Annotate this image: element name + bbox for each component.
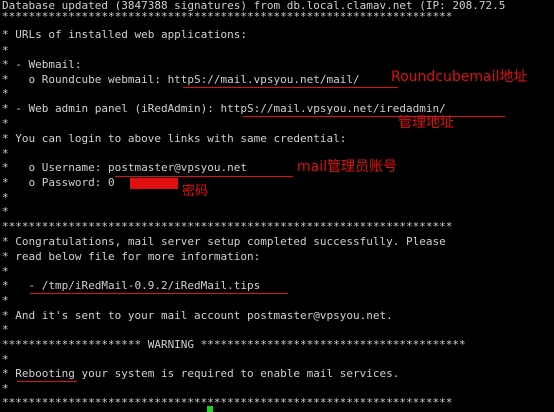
annotation-admin-label: 管理地址 [398, 115, 454, 131]
terminal-line: * [2, 191, 9, 204]
terminal-cursor [207, 406, 213, 412]
terminal-line: * [2, 265, 9, 278]
terminal-line: * Rebooting your system is required to e… [2, 367, 400, 380]
terminal-line: * And it's sent to your mail account pos… [2, 309, 393, 322]
terminal-line: * [2, 147, 9, 160]
annotation-underline [243, 116, 505, 117]
terminal-line: * [2, 382, 9, 395]
terminal-line: * o Roundcube webmail: httpS://mail.vpsy… [2, 73, 360, 86]
annotation-password-label: 密码 [182, 184, 209, 199]
terminal-line: ****************************************… [2, 10, 453, 23]
terminal-line: * o Password: 0 [2, 176, 115, 189]
terminal-line: * [2, 294, 9, 307]
terminal-line: * You can login to above links with same… [2, 132, 347, 145]
terminal-line: * Congratulations, mail server setup com… [2, 235, 446, 248]
terminal-line: * o Username: postmaster@vpsyou.net [2, 161, 248, 174]
terminal-line: * URLs of installed web applications: [2, 28, 248, 41]
annotation-account-label: mail管理员账号 [297, 159, 397, 175]
terminal-line: * - Web admin panel (iRedAdmin): httpS:/… [2, 102, 446, 115]
terminal-line: * [2, 353, 9, 366]
annotation-underline [183, 87, 398, 88]
annotation-underline [30, 293, 288, 294]
annotation-underline [17, 381, 77, 382]
terminal-line: * - /tmp/iRedMail-0.9.2/iRedMail.tips [2, 279, 261, 292]
terminal-line: ********************* WARNING **********… [2, 338, 466, 351]
terminal-line: * [2, 205, 9, 218]
terminal-line: ****************************************… [2, 396, 453, 409]
terminal-line: * [2, 323, 9, 336]
password-redaction [130, 178, 178, 189]
terminal-line: * - Webmail: [2, 58, 82, 71]
terminal-line: * read below file for more information: [2, 250, 261, 263]
annotation-roundcube-label: Roundcubemail地址 [391, 69, 528, 85]
terminal-line: * [2, 87, 9, 100]
terminal-line: * [2, 44, 9, 57]
annotation-underline [115, 176, 293, 177]
terminal-line: * [2, 117, 9, 130]
terminal-window[interactable]: Database updated (3847388 signatures) fr… [0, 0, 554, 412]
terminal-line: ****************************************… [2, 220, 453, 233]
